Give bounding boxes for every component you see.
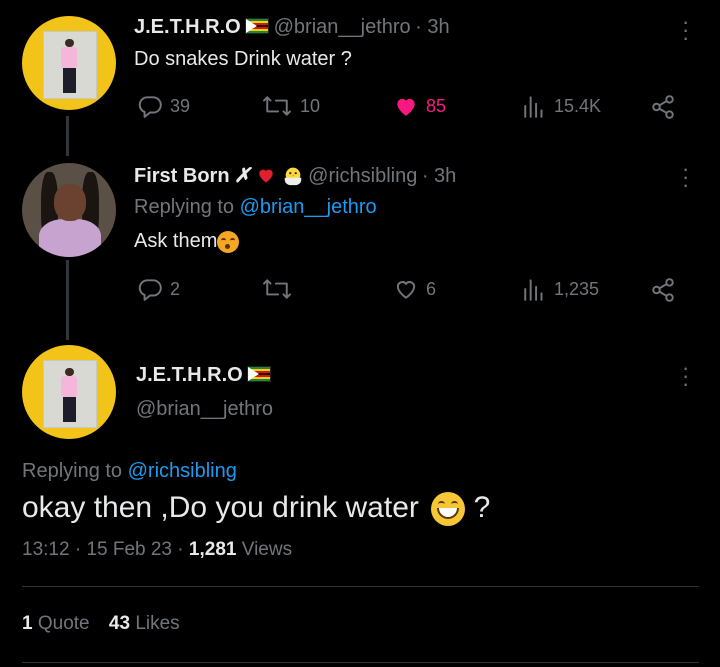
zimbabwe-flag-icon <box>247 366 272 382</box>
tweet-header: First Born ✗ @richsibling · 3h <box>134 163 456 188</box>
share-icon <box>652 95 674 119</box>
retweet-icon <box>263 279 291 299</box>
heart-emoji-icon <box>259 169 273 183</box>
author-name[interactable]: J.E.T.H.R.O <box>134 16 241 38</box>
tweet-time[interactable]: · 3h <box>422 165 456 187</box>
tweet-meta: 13:12 · 15 Feb 23 · 1,281 Views <box>22 539 293 560</box>
views-icon <box>524 96 543 118</box>
quotes-link[interactable]: 1 Quote <box>22 613 95 634</box>
reply-icon <box>138 96 162 118</box>
divider <box>22 586 699 587</box>
author-handle[interactable]: @brian__jethro <box>274 16 411 38</box>
tweet-time[interactable]: 13:12 <box>22 539 70 560</box>
reply-button[interactable]: 39 <box>136 93 190 119</box>
x-symbol: ✗ <box>234 165 251 187</box>
retweet-button[interactable]: 10 <box>260 93 320 119</box>
grinning-emoji-icon <box>431 492 466 527</box>
author-name-row: J.E.T.H.R.O <box>136 364 272 387</box>
reply-button[interactable]: 2 <box>136 276 180 302</box>
more-icon[interactable]: · · · <box>682 158 689 196</box>
avatar[interactable] <box>22 345 116 439</box>
more-icon[interactable]: · · · <box>682 11 689 49</box>
views-button[interactable]: 15.4K <box>522 93 601 119</box>
tweet-time[interactable]: · 3h <box>415 16 449 38</box>
views-icon <box>524 279 543 301</box>
replying-to: Replying to @richsibling <box>22 460 237 482</box>
share-icon <box>652 278 674 302</box>
retweet-count: 10 <box>300 95 321 116</box>
share-button[interactable] <box>650 277 676 308</box>
views-count: 15.4K <box>554 95 602 116</box>
reply-count: 2 <box>170 278 181 299</box>
thread-line <box>66 260 69 340</box>
reply-icon <box>138 279 162 301</box>
avatar[interactable] <box>22 16 116 110</box>
more-icon[interactable]: · · · <box>682 357 689 395</box>
author-handle[interactable]: @richsibling <box>308 165 417 187</box>
replying-to: Replying to @brian__jethro <box>134 196 377 218</box>
tweet-text: Ask them <box>134 230 240 253</box>
author-name[interactable]: First Born <box>134 165 230 187</box>
engagement-stats: 1 Quote 43 Likes <box>22 613 180 635</box>
author-handle[interactable]: @brian__jethro <box>136 398 273 421</box>
replying-to-link[interactable]: @richsibling <box>128 460 237 482</box>
author-name[interactable]: J.E.T.H.R.O <box>136 364 243 386</box>
tweet-header: J.E.T.H.R.O @brian__jethro · 3h <box>134 16 450 39</box>
retweet-icon <box>263 96 291 116</box>
views-count: 1,281 <box>188 539 237 560</box>
zimbabwe-flag-icon <box>245 18 270 34</box>
avatar[interactable] <box>22 163 116 257</box>
share-button[interactable] <box>650 94 676 125</box>
thread-line <box>66 116 69 156</box>
retweet-button[interactable] <box>260 276 300 302</box>
likes-link[interactable]: 43 Likes <box>109 613 180 634</box>
like-count: 6 <box>426 278 437 299</box>
heart-icon <box>397 98 415 116</box>
views-button[interactable]: 1,235 <box>522 276 599 302</box>
heart-icon <box>396 281 416 299</box>
tweet-text: okay then ,Do you drink water ? <box>22 491 490 527</box>
tweet-text: Do snakes Drink water ? <box>134 48 352 70</box>
chick-emoji-icon <box>284 167 301 186</box>
reply-count: 39 <box>170 95 191 116</box>
views-label: Views <box>241 539 293 560</box>
like-button[interactable]: 6 <box>392 276 436 302</box>
blushing-emoji-icon <box>217 230 240 253</box>
like-button[interactable]: 85 <box>392 93 446 119</box>
views-count: 1,235 <box>554 278 600 299</box>
like-count: 85 <box>426 95 447 116</box>
tweet-date[interactable]: 15 Feb 23 <box>86 539 172 560</box>
divider <box>22 662 699 663</box>
replying-to-link[interactable]: @brian__jethro <box>240 196 377 218</box>
